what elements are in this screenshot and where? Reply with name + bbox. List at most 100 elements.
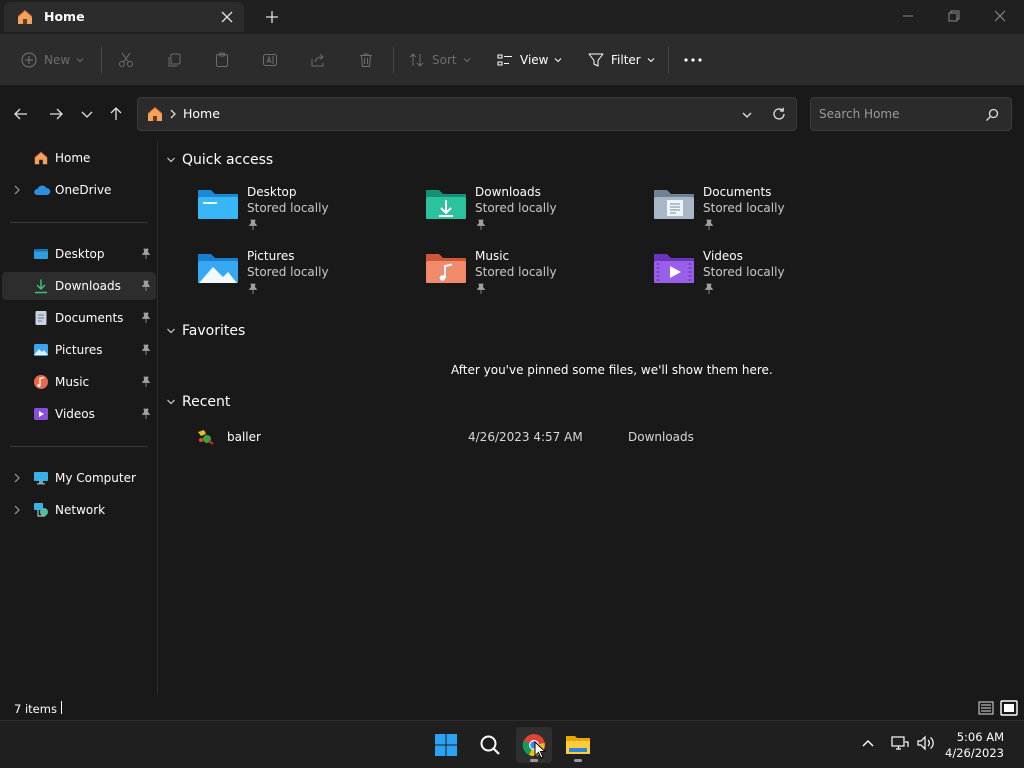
quick-access-videos[interactable]: Videos Stored locally	[653, 249, 853, 303]
quick-access-desktop[interactable]: Desktop Stored locally	[197, 185, 397, 239]
new-tab-plus-icon[interactable]	[262, 7, 282, 27]
sidebar-item-onedrive[interactable]: OneDrive	[2, 176, 156, 204]
chevron-right-icon[interactable]	[12, 472, 22, 484]
taskbar-file-explorer[interactable]	[560, 727, 596, 763]
search-input[interactable]: Search Home	[819, 107, 899, 121]
pin-icon[interactable]	[141, 344, 151, 356]
address-bar[interactable]: Home	[137, 97, 797, 131]
restore-icon[interactable]	[944, 6, 964, 26]
sidebar-item-label: Videos	[55, 407, 95, 421]
taskbar-chrome[interactable]	[516, 727, 552, 763]
pin-icon[interactable]	[141, 280, 151, 292]
running-indicator	[530, 759, 538, 762]
desktop-folder-icon	[197, 185, 239, 221]
breadcrumb-home[interactable]: Home	[183, 106, 220, 121]
quick-access-documents[interactable]: Documents Stored locally	[653, 185, 853, 239]
pin-icon[interactable]	[141, 248, 151, 260]
navigation-pane: Home OneDrive Desktop Downloads Document…	[0, 140, 158, 695]
sidebar-item-videos[interactable]: Videos	[2, 400, 156, 428]
favorites-header[interactable]: Favorites	[166, 323, 245, 339]
tab-home[interactable]: Home	[4, 2, 244, 32]
details-view-icon[interactable]	[978, 700, 994, 716]
sidebar-item-my-computer[interactable]: My Computer	[2, 464, 156, 492]
sidebar-item-desktop[interactable]: Desktop	[2, 240, 156, 268]
refresh-icon[interactable]	[771, 106, 787, 122]
sidebar-divider	[10, 446, 148, 447]
recent-file-row[interactable]: baller 4/26/2023 4:57 AM Downloads	[160, 424, 1020, 452]
search-icon[interactable]	[984, 107, 1000, 123]
delete-button[interactable]	[357, 48, 375, 72]
pin-icon[interactable]	[141, 408, 151, 420]
show-hidden-icons-chevron-icon[interactable]	[860, 737, 876, 749]
sidebar-item-downloads[interactable]: Downloads	[2, 272, 156, 300]
more-options-button[interactable]	[683, 48, 703, 72]
item-name: Desktop	[247, 185, 297, 199]
item-location: Stored locally	[703, 265, 785, 279]
document-icon	[33, 310, 49, 326]
home-icon	[146, 105, 164, 123]
quick-access-pictures[interactable]: Pictures Stored locally	[197, 249, 397, 303]
item-location: Stored locally	[247, 201, 329, 215]
favorites-empty-message: After you've pinned some files, we'll sh…	[451, 363, 773, 377]
ellipsis-icon	[683, 51, 703, 69]
volume-icon[interactable]	[916, 734, 936, 752]
search-box[interactable]: Search Home	[810, 97, 1012, 131]
status-divider	[61, 701, 62, 714]
running-indicator	[574, 759, 582, 762]
back-arrow-icon[interactable]	[11, 104, 31, 124]
computer-icon	[33, 470, 49, 486]
start-button[interactable]	[428, 727, 464, 763]
sidebar-item-music[interactable]: Music	[2, 368, 156, 396]
start-icon	[434, 733, 458, 757]
sidebar-item-label: OneDrive	[55, 183, 112, 197]
quick-access-music[interactable]: Music Stored locally	[425, 249, 625, 303]
share-button[interactable]	[309, 48, 327, 72]
toolbar-separator	[668, 46, 669, 74]
command-bar: New Sort View Filter	[0, 34, 1024, 86]
paste-button[interactable]	[213, 48, 231, 72]
quick-access-downloads[interactable]: Downloads Stored locally	[425, 185, 625, 239]
sort-button[interactable]: Sort	[408, 48, 471, 72]
network-icon	[33, 502, 49, 518]
address-history-chevron-icon[interactable]	[739, 107, 755, 123]
filter-button[interactable]: Filter	[587, 48, 655, 72]
recent-locations-chevron-icon[interactable]	[77, 104, 97, 124]
network-status-icon[interactable]	[891, 734, 909, 752]
toolbar-separator	[393, 46, 394, 74]
rename-button[interactable]	[261, 48, 279, 72]
view-label: View	[520, 53, 549, 67]
clock-time[interactable]: 5:06 AM	[957, 730, 1004, 744]
pin-icon[interactable]	[141, 312, 151, 324]
sidebar-item-network[interactable]: Network	[2, 496, 156, 524]
cut-button[interactable]	[117, 48, 135, 72]
share-icon	[309, 51, 327, 69]
pin-icon[interactable]	[141, 376, 151, 388]
large-icons-view-icon[interactable]	[1000, 699, 1018, 717]
item-name: Videos	[703, 249, 743, 263]
minimize-icon[interactable]	[898, 6, 918, 26]
chevron-right-icon[interactable]	[12, 504, 22, 516]
sidebar-item-documents[interactable]: Documents	[2, 304, 156, 332]
up-arrow-icon[interactable]	[106, 104, 126, 124]
new-button[interactable]: New	[20, 48, 84, 72]
section-title: Favorites	[182, 323, 246, 339]
chevron-right-icon[interactable]	[12, 184, 22, 196]
copy-button[interactable]	[165, 48, 183, 72]
sidebar-item-home[interactable]: Home	[2, 144, 156, 172]
pin-icon	[248, 283, 258, 295]
view-list-icon	[496, 51, 514, 69]
close-window-icon[interactable]	[990, 6, 1010, 26]
pictures-folder-icon	[197, 249, 239, 285]
close-tab-icon[interactable]	[218, 8, 236, 26]
view-button[interactable]: View	[496, 48, 562, 72]
pin-icon	[704, 219, 714, 231]
clock-date[interactable]: 4/26/2023	[945, 746, 1004, 760]
sidebar-item-pictures[interactable]: Pictures	[2, 336, 156, 364]
recent-header[interactable]: Recent	[166, 394, 230, 410]
sidebar-item-label: Desktop	[55, 247, 105, 261]
quick-access-header[interactable]: Quick access	[166, 152, 273, 168]
forward-arrow-icon[interactable]	[46, 104, 66, 124]
item-location: Stored locally	[703, 201, 785, 215]
rename-icon	[261, 51, 279, 69]
taskbar-search-button[interactable]	[472, 727, 508, 763]
